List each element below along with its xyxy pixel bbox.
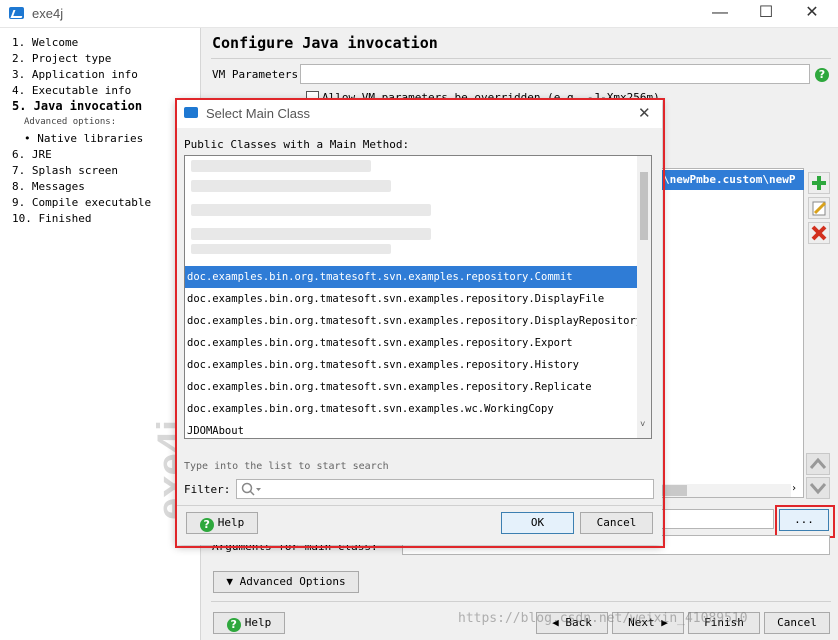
vm-parameters-label: VM Parameters: <box>212 68 305 81</box>
window-title: exe4j <box>32 6 64 21</box>
move-down-button[interactable] <box>806 477 830 499</box>
advanced-options-label-text: Advanced Options <box>239 575 346 588</box>
remove-entry-button[interactable] <box>808 222 830 244</box>
footer-divider <box>211 601 831 602</box>
step-executable-info[interactable]: 4. Executable info <box>12 84 131 97</box>
dialog-highlight-border <box>175 98 665 548</box>
edit-entry-button[interactable] <box>808 197 830 219</box>
help-button[interactable]: ? Help <box>213 612 285 634</box>
window-titlebar: exe4j — ☐ ✕ <box>0 0 838 28</box>
step-compile-executable[interactable]: 9. Compile executable <box>12 196 151 209</box>
wizard-steps-sidebar: 1. Welcome 2. Project type 3. Applicatio… <box>0 28 201 640</box>
chevron-up-icon <box>809 457 827 469</box>
vm-help-icon: ? <box>815 66 833 82</box>
maximize-button[interactable]: ☐ <box>746 2 786 24</box>
url-watermark: https://blog.csdn.net/weixin_41089510 <box>458 611 748 626</box>
edit-pencil-icon <box>812 201 827 216</box>
help-icon: ? <box>226 618 241 632</box>
step-welcome[interactable]: 1. Welcome <box>12 36 78 49</box>
remove-x-icon <box>811 225 827 241</box>
minimize-button[interactable]: — <box>700 2 740 24</box>
step-messages[interactable]: 8. Messages <box>12 180 85 193</box>
advanced-options-label: Advanced options: <box>24 117 117 127</box>
page-title: Configure Java invocation <box>212 34 438 52</box>
step-project-type[interactable]: 2. Project type <box>12 52 111 65</box>
close-button[interactable]: ✕ <box>792 2 832 24</box>
help-button-label: Help <box>244 616 272 629</box>
scroll-right-icon[interactable]: › <box>791 483 797 494</box>
classpath-selected-entry[interactable]: \newPmbe.custom\newP <box>641 170 804 190</box>
vm-parameters-input[interactable] <box>300 64 810 84</box>
step-application-info[interactable]: 3. Application info <box>12 68 138 81</box>
step-finished[interactable]: 10. Finished <box>12 212 91 225</box>
step-splash-screen[interactable]: 7. Splash screen <box>12 164 118 177</box>
exe4j-app-icon <box>9 7 24 19</box>
step-java-invocation[interactable]: 5. Java invocation <box>12 99 142 113</box>
triangle-down-icon: ▼ <box>226 575 234 588</box>
step-native-libraries[interactable]: • Native libraries <box>24 132 143 145</box>
chevron-down-icon <box>809 483 827 495</box>
browse-highlight <box>775 505 835 538</box>
move-up-button[interactable] <box>806 453 830 475</box>
title-divider <box>211 58 831 59</box>
add-entry-button[interactable] <box>808 172 830 194</box>
cancel-button[interactable]: Cancel <box>764 612 830 634</box>
advanced-options-button[interactable]: ▼ Advanced Options <box>213 571 359 593</box>
add-icon <box>812 176 826 190</box>
step-jre[interactable]: 6. JRE <box>12 148 52 161</box>
